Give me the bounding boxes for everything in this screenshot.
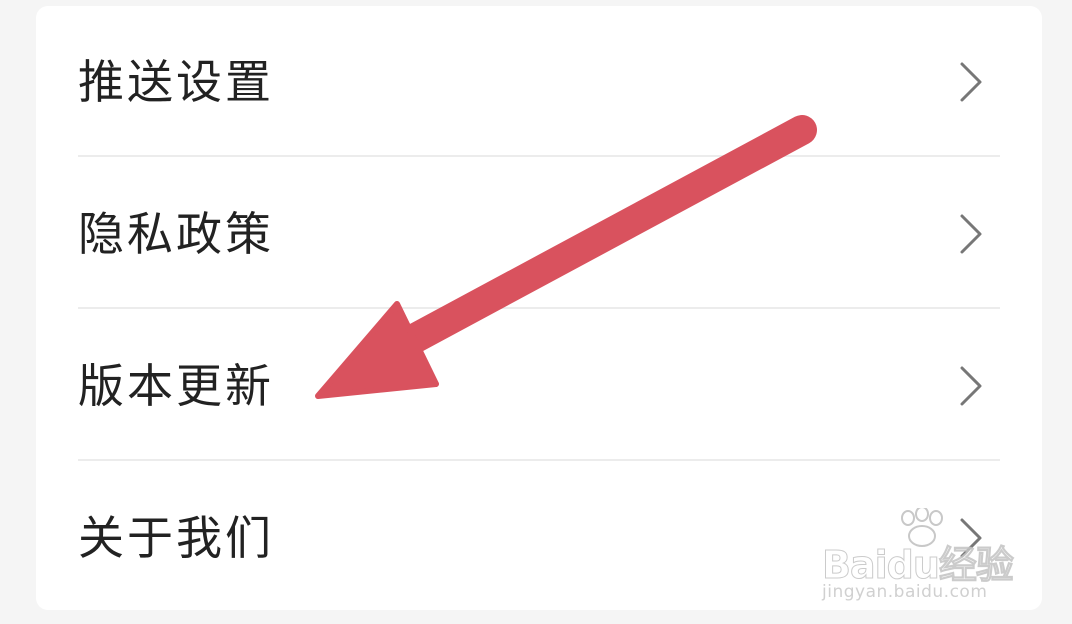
settings-item-privacy[interactable]: 隐私政策: [36, 158, 1042, 310]
chevron-right-icon: [960, 62, 982, 102]
settings-item-label: 推送设置: [78, 55, 274, 109]
settings-item-label: 关于我们: [78, 511, 274, 565]
chevron-right-icon: [960, 518, 982, 558]
settings-item-push[interactable]: 推送设置: [36, 6, 1042, 158]
chevron-right-icon: [960, 214, 982, 254]
settings-item-about-us[interactable]: 关于我们: [36, 462, 1042, 614]
settings-item-label: 版本更新: [78, 359, 274, 413]
settings-card: 推送设置 隐私政策 版本更新 关于我们: [36, 6, 1042, 610]
chevron-right-icon: [960, 366, 982, 406]
divider: [78, 155, 1000, 157]
divider: [78, 307, 1000, 309]
divider: [78, 459, 1000, 461]
settings-item-version-update[interactable]: 版本更新: [36, 310, 1042, 462]
settings-item-label: 隐私政策: [78, 207, 274, 261]
